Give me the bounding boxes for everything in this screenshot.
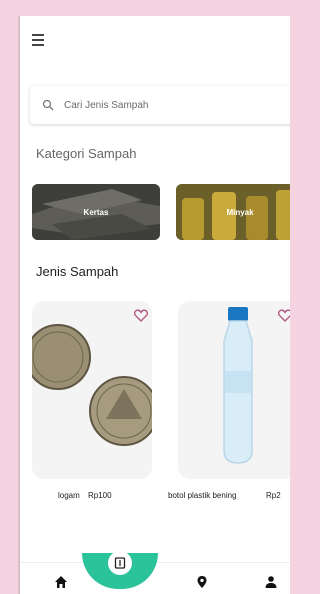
app-screen: Cari Jenis Sampah Kategori Sampah Kertas… [18,16,290,594]
catalog-nav-button[interactable] [108,551,132,575]
category-label: Kertas [83,207,109,217]
person-icon[interactable] [264,575,278,589]
category-card-kertas[interactable]: Kertas [32,184,160,240]
item-price: Rp2 [266,491,281,500]
favorite-heart-icon[interactable] [278,309,290,322]
item-price: Rp100 [88,491,112,500]
types-title: Jenis Sampah [36,264,119,279]
item-name: botol plastik bening [168,491,237,500]
search-icon [42,99,54,111]
categories-title: Kategori Sampah [36,146,137,161]
menu-icon[interactable] [32,34,50,48]
location-icon[interactable] [195,575,209,589]
search-placeholder: Cari Jenis Sampah [64,99,149,111]
search-bar[interactable]: Cari Jenis Sampah [30,86,290,124]
bottom-navigation [20,551,290,594]
item-name: logam [58,491,80,500]
favorite-heart-icon[interactable] [134,309,148,322]
coins-image [32,324,152,446]
home-icon[interactable] [54,575,68,589]
item-card-logam[interactable] [32,301,152,479]
item-card-botol[interactable] [178,301,290,479]
category-card-minyak[interactable]: Minyak [176,184,290,240]
bottle-image [223,307,253,464]
book-icon [114,557,126,569]
category-label: Minyak [226,207,254,217]
